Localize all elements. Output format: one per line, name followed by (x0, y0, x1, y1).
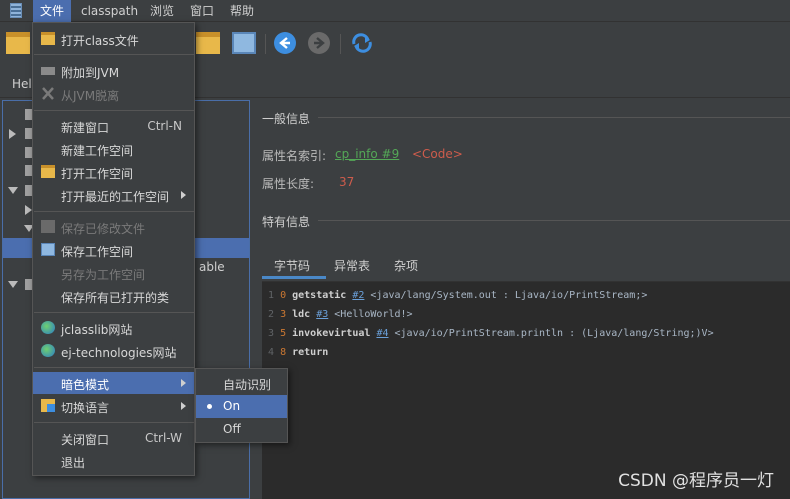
menu-item-open-recent[interactable]: 打开最近的工作空间 (33, 184, 194, 206)
menu-item-jclasslib-site[interactable]: jclasslib网站 (33, 317, 194, 339)
tree-collapse-icon[interactable] (8, 187, 18, 194)
menu-item-open-workspace[interactable]: 打开工作空间 (33, 161, 194, 183)
save-workspace-icon (41, 243, 55, 256)
menu-bar: 文件 classpath 浏览 窗口 帮助 (0, 0, 790, 22)
name-index-link[interactable]: cp_info #9 (335, 147, 399, 161)
attr-length-value: 37 (339, 175, 355, 189)
general-info-title: 一般信息 (262, 112, 311, 126)
folder-icon (41, 165, 55, 178)
submenu-item-off[interactable]: Off (196, 418, 287, 441)
menu-item-exit[interactable]: 退出 (33, 450, 194, 472)
radio-selected-icon (207, 404, 212, 409)
submenu-item-on[interactable]: On (196, 395, 287, 418)
app-icon (10, 3, 22, 18)
cp-ref-link[interactable]: #4 (376, 328, 388, 339)
menu-separator (34, 110, 195, 111)
attr-length-label: 属性长度: (262, 177, 315, 191)
submenu-arrow-icon (181, 191, 186, 199)
menu-separator (34, 54, 195, 55)
open-workspace-icon[interactable] (196, 32, 220, 54)
back-arrow-icon[interactable] (274, 32, 296, 54)
specific-info-title: 特有信息 (262, 215, 311, 229)
menu-item-new-workspace[interactable]: 新建工作空间 (33, 138, 194, 160)
toolbar-separator-2 (340, 34, 341, 54)
save-workspace-icon[interactable] (232, 32, 256, 54)
menu-item-save-as-workspace: 另存为工作空间 (61, 268, 146, 282)
tab-class-file[interactable]: Hel (12, 77, 32, 91)
watermark: CSDN @程序员一灯 (618, 471, 774, 491)
refresh-icon[interactable] (349, 32, 373, 54)
save-icon (41, 220, 55, 233)
active-tab-indicator (262, 276, 326, 279)
forward-arrow-icon[interactable] (308, 32, 330, 54)
menu-item-save-workspace[interactable]: 保存工作空间 (33, 239, 194, 261)
file-menu-dropdown: 打开class文件 附加到JVM 从JVM脱离 新建窗口 Ctrl-N 新建工作… (32, 22, 195, 476)
menu-item-dark-mode[interactable]: 暗色模式 (33, 372, 194, 394)
tree-node-label[interactable]: able (199, 260, 225, 274)
menu-item-open-class[interactable]: 打开class文件 (33, 28, 194, 50)
cp-ref-link[interactable]: #2 (352, 290, 364, 301)
globe-icon (41, 344, 55, 357)
menu-browse[interactable]: 浏览 (143, 0, 181, 22)
submenu-item-auto[interactable]: 自动识别 (196, 372, 287, 395)
menu-separator (34, 312, 195, 313)
specific-info-divider (318, 220, 790, 221)
tab-misc[interactable]: 杂项 (394, 257, 418, 274)
plug-icon (41, 67, 55, 75)
code-line: 4 8 return (268, 347, 329, 358)
menu-item-switch-language[interactable]: 切换语言 (33, 395, 194, 417)
code-line: 3 5 invokevirtual #4 <java/io/PrintStrea… (268, 328, 714, 339)
menu-item-new-window[interactable]: 新建窗口 Ctrl-N (33, 115, 194, 137)
menu-file[interactable]: 文件 (33, 0, 72, 22)
translate-icon (41, 399, 55, 412)
tree-expand-icon[interactable] (25, 205, 32, 215)
code-line: 1 0 getstatic #2 <java/lang/System.out :… (268, 290, 648, 301)
menu-item-close-window[interactable]: 关闭窗口 Ctrl-W (33, 427, 194, 449)
open-folder-icon[interactable] (6, 32, 30, 54)
globe-icon (41, 321, 55, 334)
code-line: 2 3 ldc #3 <HelloWorld!> (268, 309, 413, 320)
tree-expand-icon[interactable] (9, 129, 16, 139)
menu-item-save-modified: 保存已修改文件 (33, 216, 194, 238)
tab-exception-table[interactable]: 异常表 (334, 257, 370, 274)
menu-separator (34, 422, 195, 423)
menu-separator (34, 367, 195, 368)
tree-collapse-icon[interactable] (8, 281, 18, 288)
menu-item-ej-site[interactable]: ej-technologies网站 (33, 340, 194, 362)
menu-separator (34, 211, 195, 212)
cp-ref-link[interactable]: #3 (316, 309, 328, 320)
name-index-value: <Code> (412, 147, 463, 161)
toolbar-separator (265, 34, 266, 54)
menu-help[interactable]: 帮助 (223, 0, 261, 22)
menu-classpath[interactable]: classpath (74, 0, 145, 22)
close-icon (41, 87, 55, 100)
menu-window[interactable]: 窗口 (183, 0, 221, 22)
general-info-divider (318, 117, 790, 118)
tab-bytecode[interactable]: 字节码 (274, 257, 310, 274)
dark-mode-submenu: 自动识别 On Off (195, 368, 288, 443)
name-index-label: 属性名索引: (262, 149, 327, 163)
menu-item-attach-jvm[interactable]: 附加到JVM (33, 60, 194, 82)
submenu-arrow-icon (181, 402, 186, 410)
menu-item-detach-jvm: 从JVM脱离 (33, 83, 194, 105)
submenu-arrow-icon (181, 379, 186, 387)
folder-icon (41, 32, 55, 45)
menu-item-save-all[interactable]: 保存所有已打开的类 (33, 285, 194, 307)
